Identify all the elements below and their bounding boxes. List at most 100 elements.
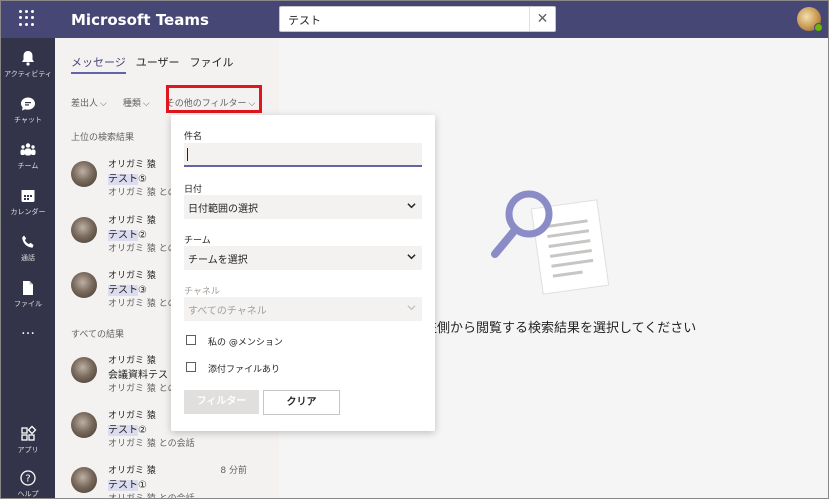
help-icon: ? — [20, 470, 36, 486]
status-available-icon — [814, 23, 823, 32]
calendar-icon — [21, 190, 35, 202]
result-sender: オリガミ 猿 — [108, 271, 156, 281]
tab-messages[interactable]: メッセージ — [71, 54, 126, 74]
team-label: チーム — [184, 236, 211, 246]
annotation-highlight-box — [166, 85, 262, 113]
tab-files[interactable]: ファイル — [190, 54, 234, 74]
search-input[interactable] — [288, 11, 518, 29]
result-title-rest: ① — [138, 480, 147, 491]
app-rail: アクティビティ チャット チーム カレンダー 通話 ファイル … アプリ ? ヘ… — [1, 38, 55, 498]
result-title: テスト⑤ — [108, 170, 147, 185]
subject-input[interactable] — [184, 143, 422, 167]
rail-help[interactable]: ? ヘルプ — [1, 462, 55, 498]
result-title-rest: ② — [138, 425, 147, 436]
app-title: Microsoft Teams — [71, 11, 209, 29]
search-document-illustration — [491, 190, 609, 295]
result-title-match: テスト — [108, 425, 138, 436]
result-title-rest: ⑤ — [138, 174, 147, 185]
result-context: オリガミ 猿 との会話 — [108, 494, 195, 499]
avatar — [71, 467, 97, 493]
clear-search-icon[interactable]: ✕ — [529, 7, 555, 31]
app-launcher-icon[interactable] — [19, 10, 35, 26]
result-title-rest: 会議資料テス — [108, 370, 168, 381]
phone-icon — [22, 235, 34, 248]
date-range-value: 日付範囲の選択 — [188, 204, 258, 215]
rail-label: アクティビティ — [4, 70, 52, 78]
list-item[interactable]: オリガミ 猿 テスト① オリガミ 猿 との会話 8 分前 — [71, 463, 271, 499]
result-sender: オリガミ 猿 — [108, 216, 156, 226]
result-title-match: テスト — [108, 230, 138, 241]
filter-from[interactable]: 差出人 ⌵ — [71, 96, 107, 109]
avatar — [71, 357, 97, 383]
teams-window: Microsoft Teams ✕ アクティビティ チャット チーム カレンダー… — [0, 0, 829, 499]
rail-label: 通話 — [21, 254, 35, 262]
date-label: 日付 — [184, 185, 203, 195]
rail-label: カレンダー — [10, 208, 46, 216]
chevron-down-icon — [407, 203, 416, 209]
attachment-checkbox[interactable] — [186, 362, 196, 372]
chevron-down-icon: ⌵ — [100, 99, 107, 109]
rail-label: ヘルプ — [17, 490, 39, 498]
rail-calendar[interactable]: カレンダー — [1, 180, 55, 222]
clear-filter-button[interactable]: クリア — [263, 390, 340, 415]
result-title: テスト② — [108, 421, 147, 436]
section-top-results: 上位の検索結果 — [71, 133, 135, 143]
chevron-down-icon: ⌵ — [142, 99, 150, 109]
rail-teams[interactable]: チーム — [1, 134, 55, 176]
result-title-rest: ② — [138, 230, 147, 241]
rail-activity[interactable]: アクティビティ — [1, 42, 55, 84]
team-value: チームを選択 — [188, 255, 248, 266]
bell-icon — [22, 51, 34, 66]
text-caret — [187, 148, 188, 161]
rail-label: アプリ — [17, 446, 39, 454]
rail-label: チャット — [14, 116, 42, 124]
result-title: テスト③ — [108, 281, 147, 296]
rail-chat[interactable]: チャット — [1, 88, 55, 130]
file-icon — [23, 281, 33, 295]
date-range-select[interactable]: 日付範囲の選択 — [184, 195, 422, 219]
avatar — [71, 161, 97, 187]
mention-checkbox[interactable] — [186, 335, 196, 345]
channel-select: すべてのチャネル — [184, 297, 422, 321]
empty-state-message: 左側から閲覧する検索結果を選択してください — [424, 321, 697, 336]
chat-icon — [21, 97, 35, 111]
channel-value: すべてのチャネル — [188, 306, 267, 317]
apply-filter-button[interactable]: フィルター — [184, 390, 259, 414]
result-sender: オリガミ 猿 — [108, 160, 156, 170]
rail-label: ファイル — [14, 300, 42, 308]
rail-more[interactable]: … — [1, 318, 55, 360]
result-timestamp: 8 分前 — [220, 466, 247, 476]
filter-type-label: 種類 — [122, 99, 141, 109]
title-bar: Microsoft Teams ✕ — [1, 1, 828, 38]
mention-checkbox-label: 私の @メンション — [208, 338, 283, 348]
result-title-rest: ③ — [138, 285, 147, 296]
team-select[interactable]: チームを選択 — [184, 246, 422, 270]
subject-label: 件名 — [184, 132, 203, 142]
result-sender: オリガミ 猿 — [108, 466, 156, 476]
result-sender: オリガミ 猿 — [108, 356, 156, 366]
more-filters-popup: 件名 日付 日付範囲の選択 チーム チームを選択 チャネル すべてのチャネル 私… — [171, 115, 435, 431]
rail-files[interactable]: ファイル — [1, 272, 55, 314]
avatar — [71, 217, 97, 243]
rail-apps[interactable]: アプリ — [1, 418, 55, 460]
result-sender: オリガミ 猿 — [108, 411, 156, 421]
section-all-results: すべての結果 — [71, 330, 125, 340]
rail-calls[interactable]: 通話 — [1, 226, 55, 268]
search-box[interactable]: ✕ — [279, 6, 556, 32]
chevron-down-icon — [407, 305, 416, 311]
rail-label: チーム — [17, 162, 39, 170]
result-title: 会議資料テス — [108, 366, 168, 381]
channel-label: チャネル — [184, 287, 220, 297]
results-tabs: メッセージ ユーザー ファイル — [71, 54, 234, 74]
result-title-match: テスト — [108, 480, 138, 491]
attachment-checkbox-label: 添付ファイルあり — [208, 365, 281, 375]
filter-type[interactable]: 種類 ⌵ — [123, 96, 150, 109]
svg-text:?: ? — [25, 474, 30, 485]
tab-people[interactable]: ユーザー — [136, 54, 180, 74]
result-title: テスト① — [108, 476, 147, 491]
filter-from-label: 差出人 — [71, 99, 99, 109]
result-context: オリガミ 猿 との会話 — [108, 439, 195, 449]
result-title-match: テスト — [108, 285, 138, 296]
more-icon: … — [21, 322, 35, 338]
avatar — [71, 272, 97, 298]
